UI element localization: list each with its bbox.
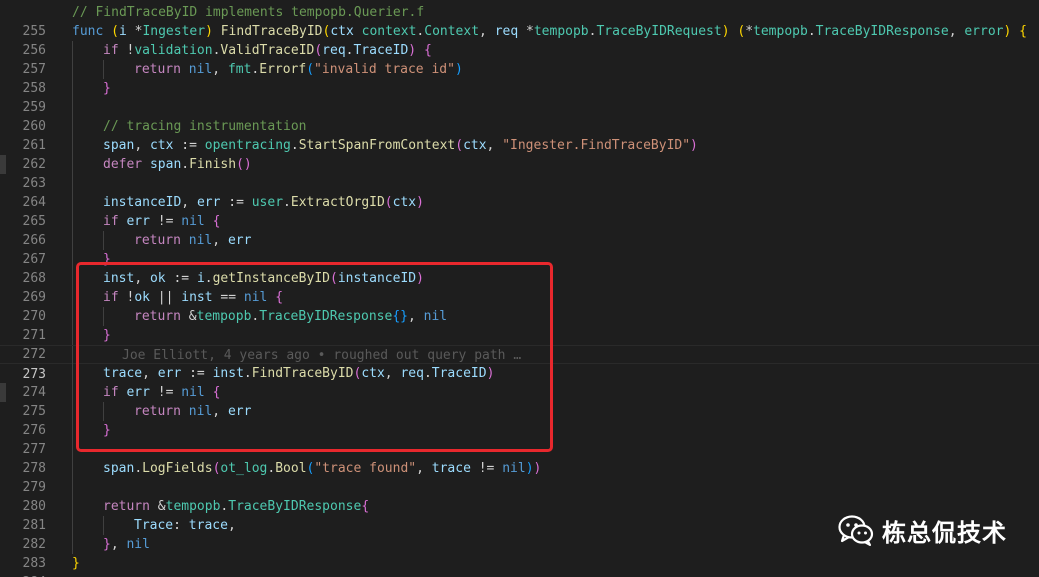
code-line: 277 } — [0, 421, 1039, 457]
code-text: return &tempopb.TraceByIDResponse{ — [103, 499, 370, 514]
git-blame-annotation[interactable]: Joe Elliott, 4 years ago • roughed out q… — [122, 346, 521, 365]
code-text: if !validation.ValidTraceID(req.TraceID)… — [103, 43, 432, 58]
code-text: return nil, err — [134, 404, 252, 419]
code-text: return &tempopb.TraceByIDResponse{}, nil — [134, 309, 448, 324]
code-text: } — [103, 81, 111, 96]
code-text: Trace: trace, — [134, 518, 236, 533]
code-text: if err != nil { — [103, 385, 221, 400]
gutter-marker — [0, 155, 6, 174]
wechat-icon — [838, 514, 874, 546]
code-line: 260 — [0, 98, 1039, 134]
code-line: 267 return nil, err — [0, 231, 1039, 267]
code-line: 269 inst, ok := i.getInstanceByID(instan… — [0, 269, 1039, 305]
code-line: 271 return &tempopb.TraceByIDResponse{},… — [0, 307, 1039, 343]
line-number: 284 — [16, 573, 46, 577]
watermark: 栋总侃技术 — [838, 512, 1007, 548]
code-line: 263 defer span.Finish() — [0, 155, 1039, 191]
code-text: } — [103, 423, 111, 438]
code-text: } — [103, 252, 111, 267]
code-line: 257 if !validation.ValidTraceID(req.Trac… — [0, 41, 1039, 77]
code-editor[interactable]: 255 // FindTraceByID implements tempopb.… — [0, 0, 1039, 577]
code-line: 268 } — [0, 250, 1039, 286]
code-line: 272 } — [0, 326, 1039, 362]
code-line: 255 // FindTraceByID implements tempopb.… — [0, 3, 1039, 39]
code-text: defer span.Finish() — [103, 157, 252, 172]
code-text: if !ok || inst == nil { — [103, 290, 284, 305]
code-line: 284 } — [0, 554, 1039, 577]
code-line: 276 return nil, err — [0, 402, 1039, 438]
code-text: return nil, err — [134, 233, 252, 248]
code-line: 266 if err != nil { — [0, 212, 1039, 248]
code-text: instanceID, err := user.ExtractOrgID(ctx… — [103, 195, 424, 210]
gutter-marker — [0, 383, 6, 402]
code-line: 261 // tracing instrumentation — [0, 117, 1039, 153]
code-line: 279 span.LogFields(ot_log.Bool("trace fo… — [0, 459, 1039, 495]
code-text: span.LogFields(ot_log.Bool("trace found"… — [103, 461, 542, 476]
code-line: 270 if !ok || inst == nil { — [0, 288, 1039, 324]
code-line-current[interactable]: 273 Joe Elliott, 4 years ago • roughed o… — [0, 345, 1039, 382]
code-text: // tracing instrumentation — [103, 119, 307, 134]
watermark-text: 栋总侃技术 — [882, 518, 1007, 547]
code-line: 259 } — [0, 79, 1039, 115]
code-text: inst, ok := i.getInstanceByID(instanceID… — [103, 271, 424, 286]
code-line: 275 if err != nil { — [0, 383, 1039, 419]
code-text: span, ctx := opentracing.StartSpanFromCo… — [103, 138, 698, 153]
code-text: func (i *Ingester) FindTraceByID(ctx con… — [72, 24, 1027, 39]
code-text: // FindTraceByID implements tempopb.Quer… — [72, 5, 425, 20]
code-line: 264 — [0, 174, 1039, 210]
code-line: 280 — [0, 478, 1039, 514]
code-line: 256 func (i *Ingester) FindTraceByID(ctx… — [0, 22, 1039, 58]
code-text: trace, err := inst.FindTraceByID(ctx, re… — [103, 366, 495, 381]
code-text: }, nil — [103, 537, 150, 552]
code-text: if err != nil { — [103, 214, 221, 229]
code-line: 265 instanceID, err := user.ExtractOrgID… — [0, 193, 1039, 229]
code-text: return nil, fmt.Errorf("invalid trace id… — [134, 62, 463, 77]
code-line: 278 — [0, 440, 1039, 476]
code-text: } — [72, 556, 80, 571]
code-line: 274 trace, err := inst.FindTraceByID(ctx… — [0, 364, 1039, 400]
code-line: 258 return nil, fmt.Errorf("invalid trac… — [0, 60, 1039, 96]
code-text: } — [103, 328, 111, 343]
code-line: 262 span, ctx := opentracing.StartSpanFr… — [0, 136, 1039, 172]
